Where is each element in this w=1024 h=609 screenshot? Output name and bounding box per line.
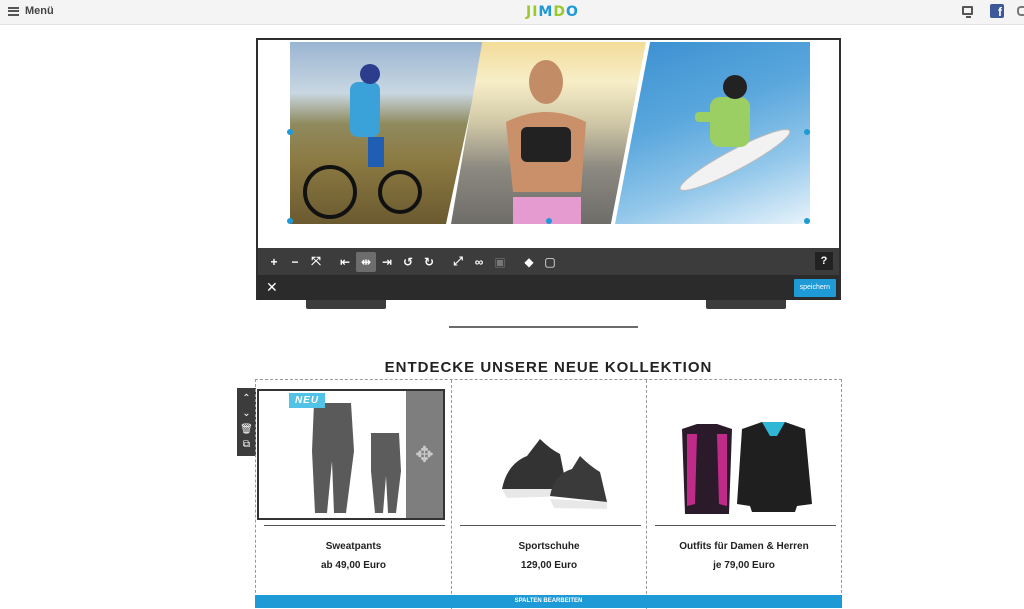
desktop-view-icon[interactable] [962, 6, 973, 18]
copy-icon[interactable]: ⧉ [243, 440, 250, 450]
link-icon[interactable]: ∞ [469, 252, 489, 272]
divider [449, 326, 638, 328]
selected-image-box[interactable]: NEU ✥ [257, 389, 445, 520]
align-center-icon[interactable]: ⇹ [356, 251, 376, 272]
facebook-icon[interactable]: f [990, 4, 1004, 19]
product-divider [264, 525, 445, 526]
product-columns: NEU ✥ Sweatpants ab 49,00 Euro Sportschu… [255, 379, 842, 609]
image-replace-icon[interactable]: ▢ [540, 252, 560, 272]
edit-columns-button[interactable]: SPALTEN BEARBEITEN [255, 595, 842, 608]
chevron-down-icon[interactable]: ⌄ [242, 409, 250, 419]
zoom-out-icon[interactable]: − [285, 252, 305, 272]
gallery-image-runner[interactable] [451, 42, 646, 224]
product-column[interactable]: NEU ✥ Sweatpants ab 49,00 Euro [256, 380, 451, 609]
hidden-tab [706, 300, 786, 309]
fit-icon[interactable]: ⤧ [306, 252, 326, 272]
gallery-image-snowboarder[interactable] [615, 42, 810, 224]
product-price: 129,00 Euro [520, 560, 578, 571]
expand-icon[interactable]: ⤢ [448, 252, 468, 272]
resize-handle[interactable] [287, 218, 293, 224]
move-icon[interactable]: ✥ [406, 391, 443, 518]
crop-icon[interactable]: ▣ [490, 252, 510, 272]
gallery-editor: + − ⤧ ⇤ ⇹ ⇥ ↺ ↻ ⤢ ∞ ▣ ◆ ▢ ? ✕ speichern [256, 38, 841, 300]
product-column[interactable]: Sportschuhe 129,00 Euro [451, 380, 646, 609]
resize-handle[interactable] [804, 218, 810, 224]
menu-button[interactable]: Menü [8, 5, 54, 17]
product-name: Sweatpants [325, 541, 382, 552]
gallery-toolbar: + − ⤧ ⇤ ⇹ ⇥ ↺ ↻ ⤢ ∞ ▣ ◆ ▢ ? [258, 248, 839, 275]
column-side-toolbar: ⌃ ⌄ 🗑 ⧉ [237, 388, 256, 456]
hidden-tab [306, 300, 386, 309]
product-name: Outfits für Damen & Herren [679, 541, 809, 552]
bell-icon[interactable] [1017, 6, 1024, 16]
save-button[interactable]: speichern [793, 279, 836, 297]
product-divider [655, 525, 836, 526]
section-heading: ENTDECKE UNSERE NEUE KOLLEKTION [384, 359, 713, 376]
rotate-right-icon[interactable]: ↻ [419, 252, 439, 272]
gallery-slides [287, 42, 810, 224]
product-divider [460, 525, 641, 526]
resize-handle[interactable] [546, 218, 552, 224]
product-price: ab 49,00 Euro [320, 560, 387, 571]
resize-handle[interactable] [804, 129, 810, 135]
product-name: Sportschuhe [518, 541, 580, 552]
trash-icon[interactable]: 🗑 [240, 424, 253, 435]
menu-label: Menü [25, 5, 54, 17]
align-left-icon[interactable]: ⇤ [335, 252, 355, 272]
product-image-shoes[interactable] [462, 394, 637, 514]
align-right-icon[interactable]: ⇥ [377, 252, 397, 272]
chevron-up-icon[interactable]: ⌃ [242, 393, 250, 404]
top-bar: Menü JIMDO f [0, 0, 1024, 25]
jimdo-logo: JIMDO [526, 4, 579, 20]
hamburger-icon [8, 6, 19, 16]
help-button[interactable]: ? [815, 252, 833, 270]
close-icon[interactable]: ✕ [266, 279, 278, 296]
product-price: je 79,00 Euro [713, 560, 775, 571]
product-column[interactable]: Outfits für Damen & Herren je 79,00 Euro [646, 380, 841, 609]
resize-handle[interactable] [287, 129, 293, 135]
new-badge: NEU [289, 393, 325, 408]
tag-icon[interactable]: ◆ [519, 252, 539, 272]
rotate-left-icon[interactable]: ↺ [398, 252, 418, 272]
product-image-outfits[interactable] [657, 394, 832, 514]
zoom-in-icon[interactable]: + [264, 252, 284, 272]
editor-action-bar: ✕ speichern [258, 275, 839, 300]
